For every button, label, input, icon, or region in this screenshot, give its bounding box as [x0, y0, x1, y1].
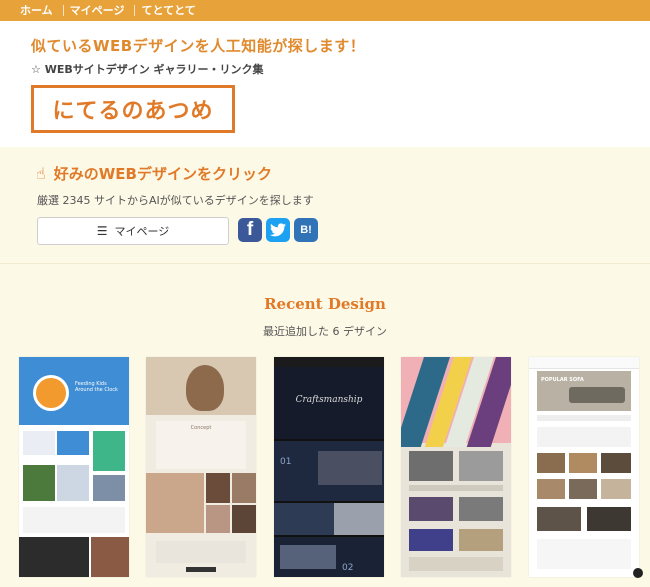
thumb3-car-photo [334, 503, 384, 535]
thumb2-photo [232, 473, 256, 503]
thumb4-textrow [409, 557, 503, 571]
thumb5-product [537, 479, 565, 499]
nav-tetotete-link[interactable]: てとてとて [135, 5, 205, 16]
design-thumbnail-4[interactable] [401, 357, 511, 577]
thumb1-block [93, 431, 125, 471]
thumb1-block [57, 431, 89, 455]
design-thumbnail-3[interactable]: Craftsmanship 01 02 [274, 357, 384, 577]
thumb2-photo [232, 505, 256, 533]
thumb1-photo [23, 465, 55, 501]
design-thumbnail-2[interactable]: Concept [146, 357, 256, 577]
list-icon: ☰ [96, 224, 108, 238]
thumb2-button [186, 567, 216, 572]
thumb5-product [601, 453, 631, 473]
thumb3-number: 01 [280, 457, 292, 467]
thumb4-photo [409, 497, 453, 521]
thumb1-photo [57, 465, 89, 501]
thumb4-photo [459, 451, 503, 481]
site-logo-text: にてるのあつめ [52, 98, 214, 124]
twitter-bird-glyph [270, 223, 286, 237]
thumb3-number: 02 [342, 563, 354, 573]
thumb5-sofa [569, 387, 625, 403]
thumb4-photo [459, 497, 503, 521]
thumb4-photo [409, 529, 453, 551]
thumb1-photo [93, 475, 125, 501]
thumb2-photo [206, 473, 230, 503]
thumb3-photo [280, 545, 336, 569]
thumb1-photo [19, 537, 89, 577]
site-tagline: 似ているWEBデザインを人工知能が探します！ [31, 37, 366, 55]
top-nav: ホーム マイページ てとてとて [0, 0, 650, 21]
thumb1-textrow [23, 507, 125, 533]
facebook-icon[interactable]: f [238, 218, 262, 242]
site-header: 似ているWEBデザインを人工知能が探します！ ☆ WEBサイトデザイン ギャラリ… [0, 21, 650, 147]
section-divider [0, 263, 650, 264]
intro-description: 厳選 2345 サイトからAIが似ているデザインを探します [37, 194, 314, 207]
twitter-icon[interactable] [266, 218, 290, 242]
thumb5-photo [537, 507, 581, 531]
hatena-bookmark-icon[interactable]: B! [294, 218, 318, 242]
thumb2-portrait [186, 365, 224, 411]
thumb5-product [537, 453, 565, 473]
recent-design-subtitle: 最近追加した 6 デザイン [263, 325, 387, 338]
thumb1-photo [91, 537, 129, 577]
clock-icon [33, 375, 69, 411]
recent-design-title: Recent Design [264, 295, 386, 313]
site-logo[interactable]: にてるのあつめ [31, 85, 235, 133]
thumb3-heading: Craftsmanship [295, 395, 363, 405]
thumb2-photo [146, 473, 204, 533]
thumb5-heading: POPULAR SOFA [541, 377, 584, 383]
thumb2-photo [206, 505, 230, 533]
thumb3-header [274, 357, 384, 367]
thumb1-block [23, 431, 55, 455]
thumb3-car-photo [318, 451, 382, 485]
thumb4-photo [409, 451, 453, 481]
thumb5-textrow [537, 415, 631, 421]
mypage-button-label: マイページ [114, 225, 170, 238]
mypage-button[interactable]: ☰ マイページ [37, 217, 229, 245]
thumb4-photo [459, 529, 503, 551]
thumb5-product [569, 453, 597, 473]
thumb5-product [569, 479, 597, 499]
intro-title-text: 好みのWEBデザインをクリック [53, 165, 272, 183]
hand-pointer-icon: ☝ [36, 164, 46, 183]
facebook-glyph: f [246, 219, 254, 240]
thumb5-footer [537, 539, 631, 569]
thumb5-textrow [537, 427, 631, 447]
thumb2-heading: Concept [190, 425, 212, 431]
thumb3-photo [274, 503, 334, 535]
thumb5-header [529, 357, 639, 369]
design-thumbnail-5[interactable]: POPULAR SOFA [529, 357, 639, 577]
thumb5-photo [587, 507, 631, 531]
hatena-glyph: B! [300, 224, 312, 236]
scroll-indicator-dot [633, 568, 643, 578]
intro-title: ☝ 好みのWEBデザインをクリック [36, 163, 272, 184]
thumb1-heading: Feeding Kids Around the Clock [75, 381, 118, 393]
thumb4-textrow [409, 485, 503, 491]
thumb5-product [601, 479, 631, 499]
nav-mypage-link[interactable]: マイページ [64, 5, 136, 16]
site-subtagline: ☆ WEBサイトデザイン ギャラリー・リンク集 [31, 63, 264, 76]
design-thumbnail-1[interactable]: Feeding Kids Around the Clock [19, 357, 129, 577]
thumb2-block [156, 541, 246, 563]
nav-home-link[interactable]: ホーム [14, 5, 64, 16]
